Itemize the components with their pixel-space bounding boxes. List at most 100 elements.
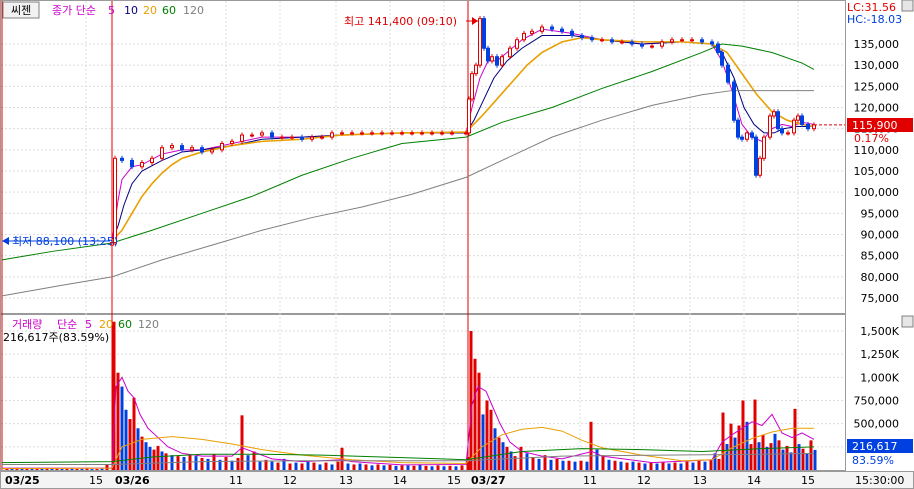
vol-ma20-legend: 20 [99,318,113,331]
volume-bar [160,451,164,470]
volume-bar [376,464,380,470]
volume-bar [595,449,599,470]
ma60-legend: 60 [162,4,176,17]
volume-bar [601,455,605,470]
price-candle [280,136,284,139]
price-candle [410,132,414,135]
price-candle [300,136,304,140]
price-candle [310,136,314,140]
price-candle [670,39,674,43]
price-candle [220,142,224,151]
volume-bar [589,421,593,470]
stock-name-label: 씨젠 [11,4,31,17]
price-candle [180,145,184,151]
price-tick-label: 85,000 [861,250,900,263]
time-axis-end-label: 15:30:00 [855,474,904,487]
volume-bar [497,437,501,470]
price-candle [786,132,790,135]
volume-bar [691,462,695,470]
volume-panel-handle[interactable] [901,315,914,328]
price-candle [776,111,780,130]
volume-bar [655,463,659,470]
volume-bar [85,468,89,470]
volume-bar [685,461,689,470]
price-candle [240,134,244,142]
price-candle [490,56,494,62]
volume-bar [573,461,577,470]
price-candle [736,119,740,138]
price-candle [780,128,784,134]
price-candle [120,157,124,161]
volume-bar [749,444,753,470]
price-candle [732,81,736,121]
volume-tick-label: 750,000 [854,395,900,408]
price-tick-label: 120,000 [854,102,900,115]
volume-bar [430,466,434,470]
volume-bar [448,465,452,470]
vol-ma60-legend: 60 [118,318,132,331]
time-tick-label: 14 [393,474,407,487]
volume-bar [240,415,244,470]
volume-bar [697,460,701,470]
price-candle [400,132,404,135]
volume-tick-label: 1,000K [860,371,899,384]
volume-bar [95,468,99,470]
price-candle [745,132,749,140]
volume-bar [460,465,464,470]
volume-bar [537,458,541,470]
volume-bar [781,449,785,470]
vol-ma5-legend: 5 [85,318,92,331]
volume-bar [382,465,386,470]
price-candle [660,41,664,47]
price-candle [474,64,478,75]
volume-legend-label: 거래량 [12,318,42,331]
price-candle [720,51,724,66]
price-candle [550,26,554,30]
volume-bar [394,465,398,470]
vol-ma120-legend: 120 [138,318,159,331]
chart-canvas[interactable]: 135,000130,000125,000120,000115,000110,0… [0,0,914,489]
hc-label: HC:-18.03 [847,13,902,26]
volume-bar [318,464,322,470]
volume-bar [469,331,473,470]
volume-bar [100,468,104,470]
volume-bar [336,461,340,470]
volume-bar [509,451,513,470]
price-candle [330,132,334,138]
volume-bar [206,458,210,470]
price-candle [320,136,324,139]
volume-bar [613,460,617,470]
current-price-value: 115,900 [852,119,898,132]
volume-bar [406,465,410,470]
time-tick-label: 14 [747,474,761,487]
price-candle [690,39,694,42]
volume-bar [358,463,362,470]
price-candle [620,41,624,44]
price-candle [792,119,796,134]
price-tick-label: 100,000 [854,186,900,199]
price-candle [450,132,454,135]
volume-bar [324,462,328,470]
price-panel-handle[interactable] [901,0,914,12]
volume-bar [637,462,641,470]
price-candle [630,41,634,45]
volume-bar [182,457,186,470]
high-annotation: 최고 141,400 (09:10) [344,15,457,28]
volume-bar [412,465,416,470]
volume-bar [661,462,665,470]
volume-bar [549,459,553,470]
volume-bar [625,462,629,470]
price-candle [758,157,762,176]
price-candle [420,132,424,135]
volume-bar [80,468,84,470]
low-annotation: 최저 88,100 (13:25) [12,235,118,248]
volume-bar [805,453,809,470]
time-tick-label: 03/26 [115,474,150,487]
price-candle [726,64,730,83]
volume-bar [176,456,180,470]
price-candle [754,136,758,176]
time-tick-label: 15 [89,474,103,487]
volume-bar [793,408,797,470]
price-tick-label: 90,000 [861,229,900,242]
price-candle [716,43,720,53]
